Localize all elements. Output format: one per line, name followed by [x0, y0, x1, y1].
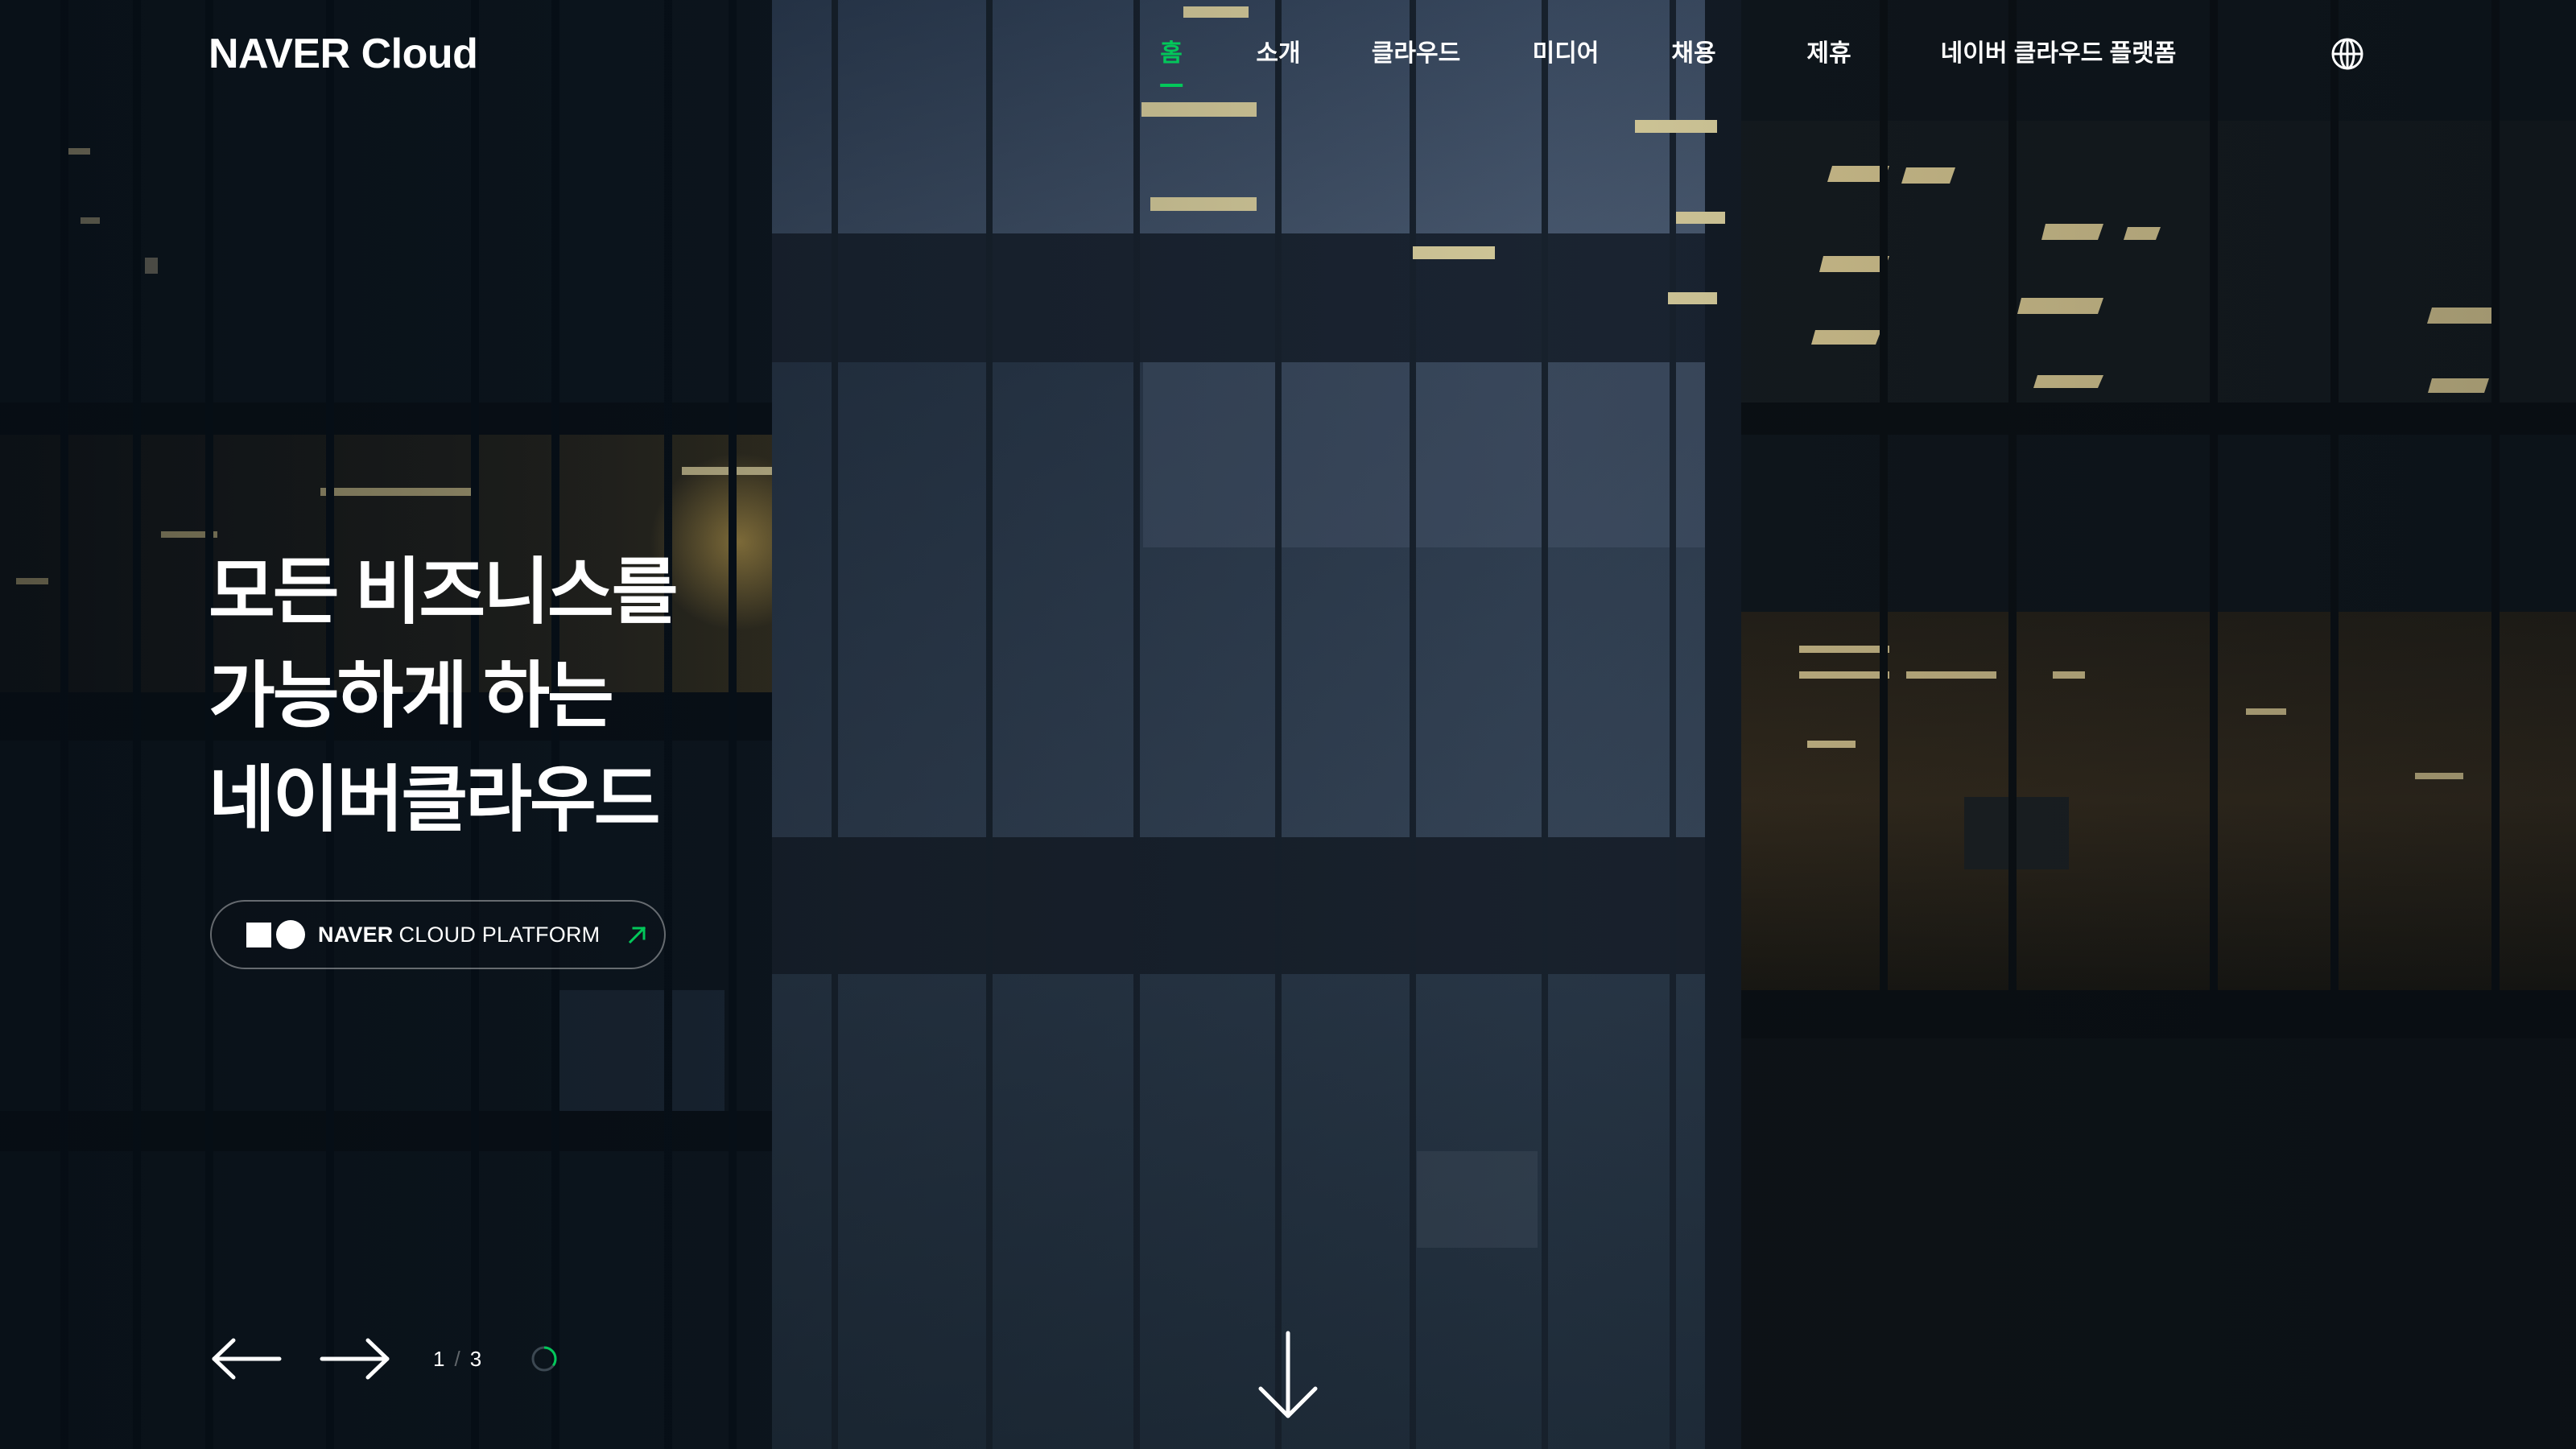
mark-circle [276, 920, 305, 949]
nav-item-cloud-platform[interactable]: 네이버 클라우드 플랫폼 [1941, 35, 2177, 72]
cta-label-bold: NAVER [318, 923, 394, 947]
nav-item-partnership[interactable]: 제휴 [1806, 35, 1851, 72]
mark-square [246, 922, 271, 947]
nav-item-home[interactable]: 홈 [1159, 35, 1183, 87]
slide-counter: 1 / 3 [433, 1344, 481, 1373]
slide-separator: / [454, 1347, 460, 1371]
nav-item-label: 네이버 클라우드 플랫폼 [1940, 40, 2177, 67]
progress-ring-icon[interactable] [530, 1345, 558, 1373]
arrow-right-icon[interactable] [319, 1337, 391, 1381]
active-indicator [1159, 84, 1183, 87]
header: NAVER Cloud 홈 소개 클라우드 미디어 채용 제휴 네이버 클라우드… [0, 0, 2576, 113]
nav-item-about[interactable]: 소개 [1256, 35, 1300, 72]
globe-icon[interactable] [2330, 37, 2364, 71]
cta-label: NAVER CLOUD PLATFORM [318, 923, 600, 947]
nav-item-label: 채용 [1671, 40, 1716, 67]
headline-line: 모든 비즈니스를 [208, 552, 679, 633]
naver-cloud-platform-button[interactable]: NAVER CLOUD PLATFORM [210, 900, 666, 969]
nav-item-label: 제휴 [1806, 40, 1852, 67]
total-slides: 3 [469, 1347, 482, 1371]
naver-cloud-logo[interactable]: NAVER Cloud [208, 30, 478, 78]
nav-item-label: 클라우드 [1371, 40, 1461, 67]
nav-item-cloud[interactable]: 클라우드 [1372, 35, 1460, 72]
nav-item-label: 미디어 [1532, 40, 1600, 67]
hero-headline: 모든 비즈니스를 가능하게 하는 네이버클라우드 [208, 541, 679, 852]
arrow-left-icon[interactable] [210, 1337, 283, 1381]
headline-line: 가능하게 하는 [208, 656, 614, 737]
cta-label-rest: CLOUD PLATFORM [398, 923, 601, 947]
arrow-down-icon[interactable] [1257, 1331, 1319, 1421]
headline-line: 네이버클라우드 [208, 760, 661, 840]
arrow-up-right-icon [629, 926, 646, 944]
naver-cloud-platform-mark-icon [246, 920, 305, 949]
nav-item-careers[interactable]: 채용 [1671, 35, 1715, 72]
current-slide: 1 [433, 1347, 445, 1371]
nav-item-label: 소개 [1256, 40, 1301, 67]
nav-item-media[interactable]: 미디어 [1533, 35, 1600, 72]
nav-item-label: 홈 [1160, 40, 1183, 67]
